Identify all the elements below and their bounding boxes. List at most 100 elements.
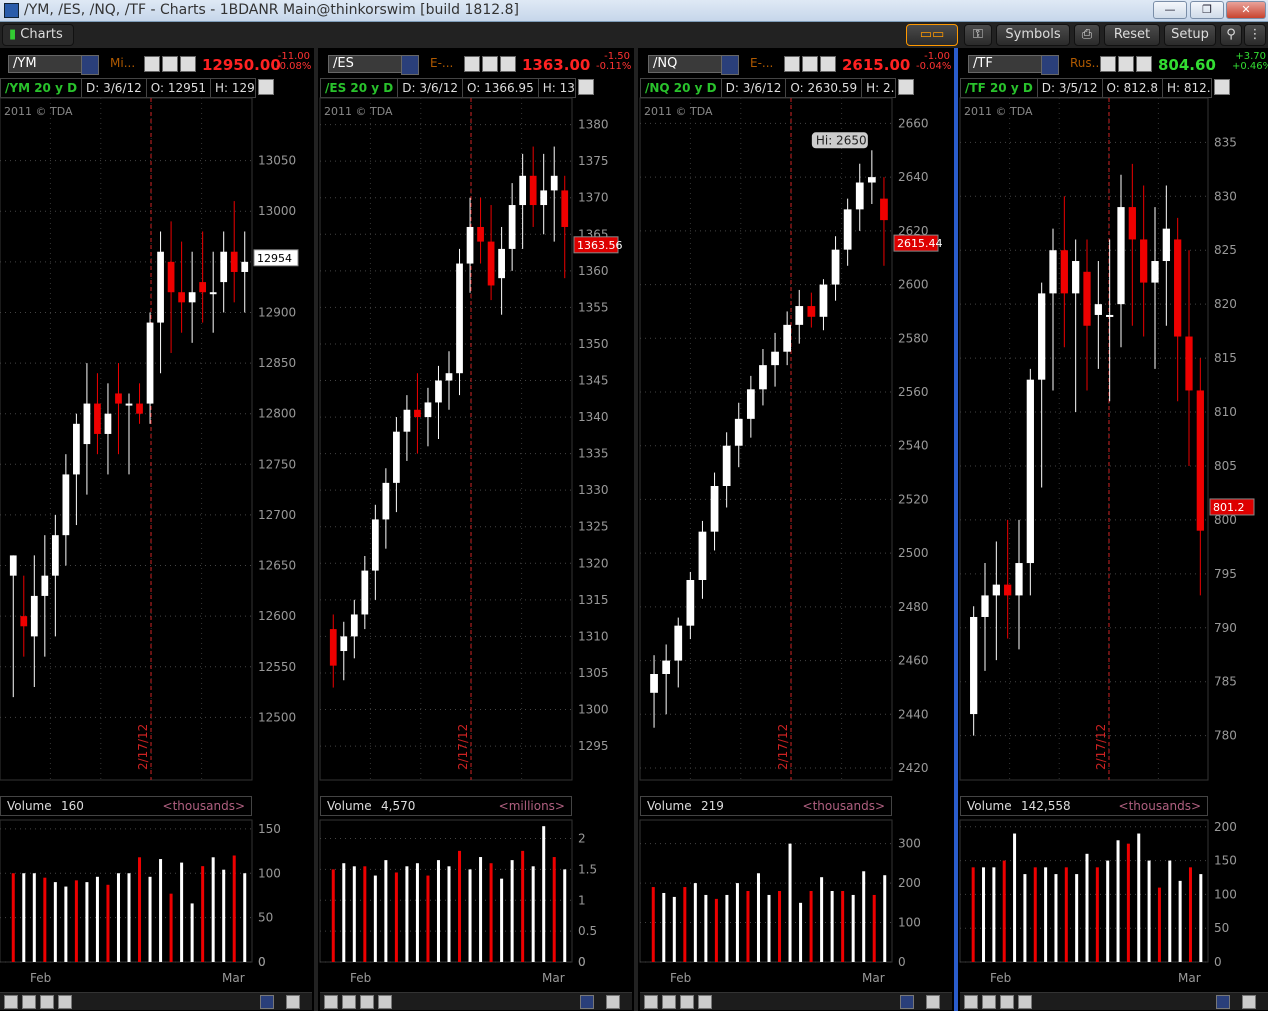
y-tick-label: 1315: [578, 593, 609, 607]
candle: [1072, 239, 1080, 413]
volume-tick-label: 2: [578, 832, 586, 846]
zoom-in-icon[interactable]: [662, 995, 676, 1009]
price-chart[interactable]: 12500 12550 12600 12650 12700 12750 12800 12850…: [0, 48, 312, 1011]
symbols-button[interactable]: Symbols: [996, 24, 1070, 46]
zoom-out-icon[interactable]: [680, 995, 694, 1009]
volume-bar: [1126, 843, 1130, 962]
chart-panel[interactable]: /NQ E-... 2615.00 -1.00 -0.04%/NQ 20 y D D: 3…: [639, 48, 952, 1011]
volume-bar: [1199, 874, 1203, 962]
y-tick-label: 2500: [898, 546, 929, 560]
candle: [178, 241, 185, 333]
volume-bar: [180, 862, 184, 962]
scroll-icon[interactable]: [580, 995, 594, 1009]
y-tick-label: 2660: [898, 116, 929, 130]
y-tick-label: 1305: [578, 666, 609, 680]
chart-bottom-bar: [0, 992, 312, 1010]
candle: [1026, 368, 1034, 596]
hand-icon[interactable]: [58, 995, 72, 1009]
grid-icon[interactable]: [4, 995, 18, 1009]
candle: [1140, 185, 1148, 337]
volume-bar: [64, 886, 68, 962]
svg-text:2615.44: 2615.44: [897, 237, 943, 250]
volume-bar: [127, 873, 131, 962]
candle: [466, 197, 474, 293]
volume-header: Volume 4,570 <millions>: [320, 796, 572, 816]
zoom-in-icon[interactable]: [22, 995, 36, 1009]
zoom-in-icon[interactable]: [342, 995, 356, 1009]
y-tick-label: 2520: [898, 492, 929, 506]
chart-panel[interactable]: /ES E-... 1363.00 -1.50 -0.11%/ES 20 y D D: 3…: [319, 48, 632, 1011]
grid-layout-button[interactable]: ▭▭: [906, 24, 958, 46]
expand-icon[interactable]: [286, 995, 300, 1009]
pin-icon[interactable]: ⚲: [1220, 24, 1242, 46]
y-tick-label: 825: [1214, 243, 1237, 257]
app-icon: [4, 3, 19, 18]
volume-bar: [683, 887, 687, 962]
candle: [329, 614, 337, 688]
volume-bar: [746, 891, 750, 962]
chart-panel[interactable]: /TFRus...804.60+3.70+0.46%/TF 20 y DD: 3…: [959, 48, 1268, 1011]
expand-icon[interactable]: [1242, 995, 1256, 1009]
grid-icon[interactable]: [324, 995, 338, 1009]
zoom-out-icon[interactable]: [1000, 995, 1014, 1009]
x-month-label: Mar: [1178, 971, 1201, 985]
maximize-button[interactable]: ❐: [1190, 1, 1224, 19]
volume-bar: [971, 867, 975, 962]
zoom-in-icon[interactable]: [982, 995, 996, 1009]
expand-icon[interactable]: [606, 995, 620, 1009]
volume-bar: [74, 880, 78, 962]
scroll-icon[interactable]: [260, 995, 274, 1009]
y-tick-label: 2480: [898, 600, 929, 614]
price-chart[interactable]: 7807857907958008058108158208258308352/17…: [959, 48, 1268, 1011]
minimize-button[interactable]: —: [1153, 1, 1187, 19]
candle: [435, 365, 442, 439]
charts-tab[interactable]: ▮ Charts: [2, 24, 74, 46]
zoom-out-icon[interactable]: [360, 995, 374, 1009]
candle: [710, 472, 719, 551]
chart-panel[interactable]: /YM Mi... 12950.00 -11.00 -0.08%/YM 20 y D D:…: [0, 48, 312, 1011]
volume-tick-label: 50: [258, 911, 273, 925]
x-month-label: Feb: [990, 971, 1011, 985]
y-tick-label: 1295: [578, 739, 609, 753]
close-button[interactable]: ✕: [1226, 1, 1266, 19]
y-tick-label: 1325: [578, 520, 609, 534]
expand-icon[interactable]: [926, 995, 940, 1009]
hand-icon[interactable]: [1018, 995, 1032, 1009]
candle: [880, 177, 888, 266]
panel-separator[interactable]: [634, 48, 638, 1011]
candle: [340, 621, 348, 681]
zoom-out-icon[interactable]: [40, 995, 54, 1009]
candle: [371, 504, 379, 600]
hand-icon[interactable]: [698, 995, 712, 1009]
link-icon[interactable]: ⚿: [964, 24, 992, 46]
hand-icon[interactable]: [378, 995, 392, 1009]
volume-value: 142,558: [1021, 799, 1071, 813]
menu-icon[interactable]: ⋮: [1244, 24, 1266, 46]
volume-tick-label: 0: [258, 955, 266, 969]
volume-bar: [542, 826, 546, 962]
panel-separator[interactable]: [954, 48, 958, 1011]
candle: [424, 387, 432, 447]
x-month-label: Feb: [350, 971, 371, 985]
panel-separator[interactable]: [314, 48, 318, 1011]
volume-bar: [394, 872, 398, 962]
y-tick-label: 790: [1214, 621, 1237, 635]
volume-label: Volume: [967, 799, 1012, 813]
reset-button[interactable]: Reset: [1104, 24, 1160, 46]
price-chart[interactable]: 1295 1300 1305 1310 1315 1320 1325 1330 1335 1340…: [319, 48, 632, 1011]
scroll-icon[interactable]: [1216, 995, 1230, 1009]
price-chart[interactable]: 2420 2440 2460 2480 2500 2520 2540 2560 2580 2600…: [639, 48, 952, 1011]
candle: [30, 555, 38, 688]
y-tick-label: 820: [1214, 297, 1237, 311]
grid-icon[interactable]: [964, 995, 978, 1009]
y-tick-label: 2440: [898, 707, 929, 721]
setup-button[interactable]: Setup: [1164, 24, 1216, 46]
volume-unit: <thousands>: [802, 799, 885, 813]
grid-icon[interactable]: [644, 995, 658, 1009]
volume-bar: [756, 873, 760, 962]
scroll-icon[interactable]: [900, 995, 914, 1009]
print-icon[interactable]: ⎙: [1074, 24, 1100, 46]
volume-bar: [651, 887, 655, 962]
volume-bar: [1044, 867, 1048, 962]
candle: [62, 454, 70, 566]
